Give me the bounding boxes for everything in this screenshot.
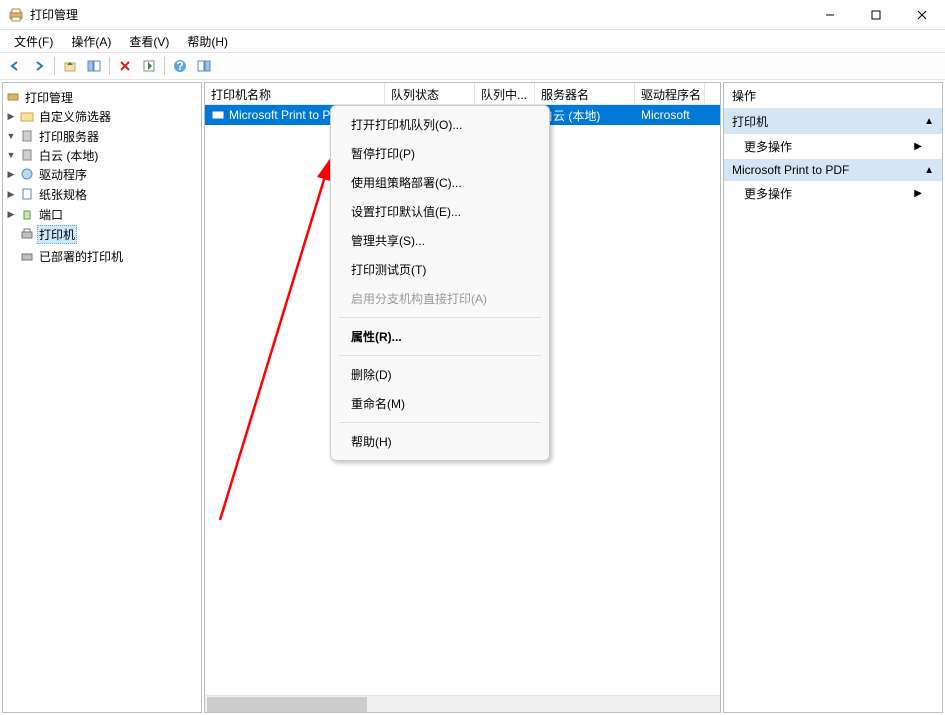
tree-printers[interactable]: ▶ 打印机 <box>5 225 199 243</box>
printer-icon <box>19 226 35 242</box>
cell-server: 白云 (本地) <box>535 105 635 126</box>
tree-drivers[interactable]: ▶ 驱动程序 <box>5 165 199 183</box>
scrollbar-thumb[interactable] <box>207 697 367 712</box>
separator <box>109 57 110 75</box>
cm-manage-sharing[interactable]: 管理共享(S)... <box>331 226 549 255</box>
server-icon <box>19 147 35 163</box>
menu-help[interactable]: 帮助(H) <box>179 31 236 52</box>
title-bar: 打印管理 <box>0 0 945 30</box>
list-header: 打印机名称 队列状态 队列中... 服务器名 驱动程序名 <box>205 83 720 105</box>
window-title: 打印管理 <box>30 6 807 23</box>
menu-bar: 文件(F) 操作(A) 查看(V) 帮助(H) <box>0 30 945 52</box>
horizontal-scrollbar[interactable] <box>205 695 720 712</box>
column-header-name[interactable]: 打印机名称 <box>205 83 385 104</box>
context-menu: 打开打印机队列(O)... 暂停打印(P) 使用组策略部署(C)... 设置打印… <box>330 105 550 461</box>
actions-section-selected-printer[interactable]: Microsoft Print to PDF ▲ <box>724 159 942 181</box>
chevron-right-icon: ▶ <box>914 141 922 152</box>
expander-closed-icon[interactable]: ▶ <box>5 110 17 122</box>
tree-root[interactable]: 打印管理 <box>5 88 199 106</box>
expander-closed-icon[interactable]: ▶ <box>5 168 17 180</box>
tree-forms[interactable]: ▶ 纸张规格 <box>5 185 199 203</box>
menu-action[interactable]: 操作(A) <box>63 31 119 52</box>
separator <box>339 355 541 356</box>
window-controls <box>807 0 945 30</box>
actions-section-printers[interactable]: 打印机 ▲ <box>724 109 942 134</box>
back-button[interactable] <box>4 55 26 77</box>
list-panel: 打印机名称 队列状态 队列中... 服务器名 驱动程序名 Microsoft P… <box>204 82 721 713</box>
printer-icon <box>19 248 35 264</box>
expander-closed-icon[interactable]: ▶ <box>5 208 17 220</box>
svg-text:?: ? <box>176 59 183 73</box>
tree-custom-filters[interactable]: ▶ 自定义筛选器 <box>5 107 199 125</box>
cm-help[interactable]: 帮助(H) <box>331 427 549 456</box>
cm-properties[interactable]: 属性(R)... <box>331 322 549 351</box>
tree-deployed-printers[interactable]: ▶ 已部署的打印机 <box>5 247 199 265</box>
list-body[interactable]: Microsoft Print to PDF 就绪 0 白云 (本地) Micr… <box>205 105 720 695</box>
close-button[interactable] <box>899 0 945 30</box>
main-area: 打印管理 ▶ 自定义筛选器 ▼ 打印服务器 <box>0 80 945 715</box>
show-hide-tree-button[interactable] <box>83 55 105 77</box>
chevron-up-icon: ▲ <box>924 165 934 176</box>
actions-title: 操作 <box>724 83 942 109</box>
show-hide-actions-button[interactable] <box>193 55 215 77</box>
help-button[interactable]: ? <box>169 55 191 77</box>
delete-button[interactable] <box>114 55 136 77</box>
ports-icon <box>19 206 35 222</box>
cm-delete[interactable]: 删除(D) <box>331 360 549 389</box>
expander-closed-icon[interactable]: ▶ <box>5 188 17 200</box>
tree-local-server[interactable]: ▼ 白云 (本地) <box>5 146 199 164</box>
actions-more-1[interactable]: 更多操作 ▶ <box>724 134 942 159</box>
tree-print-servers[interactable]: ▼ 打印服务器 <box>5 127 199 145</box>
separator <box>339 422 541 423</box>
column-header-server[interactable]: 服务器名 <box>535 83 635 104</box>
forms-icon <box>19 186 35 202</box>
server-icon <box>19 128 35 144</box>
printer-icon <box>211 107 225 124</box>
cm-open-queue[interactable]: 打开打印机队列(O)... <box>331 110 549 139</box>
column-header-status[interactable]: 队列状态 <box>385 83 475 104</box>
tree-panel: 打印管理 ▶ 自定义筛选器 ▼ 打印服务器 <box>2 82 202 713</box>
cm-branch-office: 启用分支机构直接打印(A) <box>331 284 549 313</box>
separator <box>54 57 55 75</box>
cell-driver: Microsoft <box>635 106 705 124</box>
cm-rename[interactable]: 重命名(M) <box>331 389 549 418</box>
column-header-jobs[interactable]: 队列中... <box>475 83 535 104</box>
chevron-right-icon: ▶ <box>914 188 922 199</box>
expander-open-icon[interactable]: ▼ <box>5 149 17 161</box>
print-management-icon <box>5 89 21 105</box>
tree-ports[interactable]: ▶ 端口 <box>5 205 199 223</box>
cm-pause[interactable]: 暂停打印(P) <box>331 139 549 168</box>
separator <box>164 57 165 75</box>
toolbar: ? <box>0 52 945 80</box>
separator <box>339 317 541 318</box>
maximize-button[interactable] <box>853 0 899 30</box>
cm-set-defaults[interactable]: 设置打印默认值(E)... <box>331 197 549 226</box>
refresh-button[interactable] <box>138 55 160 77</box>
actions-panel: 操作 打印机 ▲ 更多操作 ▶ Microsoft Print to PDF ▲… <box>723 82 943 713</box>
cm-deploy-gpo[interactable]: 使用组策略部署(C)... <box>331 168 549 197</box>
up-button[interactable] <box>59 55 81 77</box>
drivers-icon <box>19 166 35 182</box>
menu-file[interactable]: 文件(F) <box>6 31 61 52</box>
chevron-up-icon: ▲ <box>924 116 934 127</box>
forward-button[interactable] <box>28 55 50 77</box>
column-header-driver[interactable]: 驱动程序名 <box>635 83 705 104</box>
minimize-button[interactable] <box>807 0 853 30</box>
actions-more-2[interactable]: 更多操作 ▶ <box>724 181 942 206</box>
expander-open-icon[interactable]: ▼ <box>5 130 17 142</box>
cm-test-page[interactable]: 打印测试页(T) <box>331 255 549 284</box>
app-icon <box>8 7 24 23</box>
menu-view[interactable]: 查看(V) <box>121 31 177 52</box>
folder-icon <box>19 108 35 124</box>
